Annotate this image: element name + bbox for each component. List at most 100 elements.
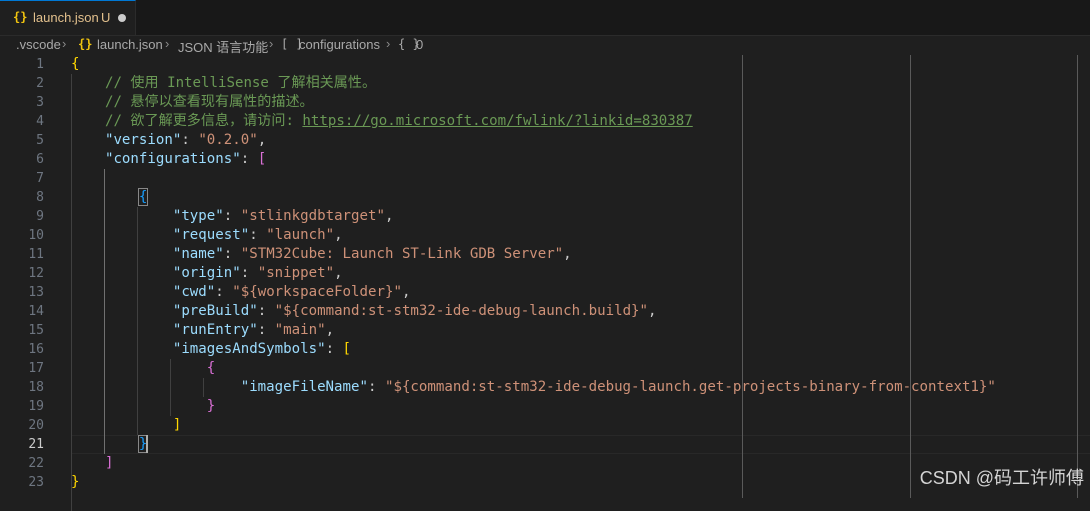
json-file-icon: {}	[13, 10, 28, 24]
code-text: "type": "stlinkgdbtarget",	[172, 208, 394, 224]
chevron-right-icon: ›	[269, 36, 274, 51]
comment: // 悬停以查看现有属性的描述。	[104, 94, 314, 110]
code-text: }	[71, 397, 216, 416]
line-number: 10	[28, 228, 44, 243]
comment: // 欲了解更多信息，请访问:	[104, 113, 303, 129]
code-line: 8 {	[0, 188, 1090, 207]
json-string: "main"	[274, 322, 326, 338]
json-key: "name"	[172, 246, 224, 262]
code-text: "name": "STM32Cube: Launch ST-Link GDB S…	[172, 246, 572, 262]
line-number-active: 21	[28, 437, 44, 452]
code-line: 11 "name": "STM32Cube: Launch ST-Link GD…	[0, 245, 1090, 264]
chevron-right-icon: ›	[165, 36, 170, 51]
chevron-right-icon: ›	[62, 36, 67, 51]
json-key: "origin"	[172, 265, 241, 281]
code-text: // 使用 IntelliSense 了解相关属性。	[71, 74, 376, 93]
json-key: "version"	[104, 132, 182, 148]
json-string: "0.2.0"	[198, 132, 258, 148]
line-number: 6	[36, 152, 44, 167]
fwlink-link[interactable]: https://go.microsoft.com/fwlink/?linkid=…	[302, 113, 692, 129]
line-number: 9	[36, 209, 44, 224]
json-key: "runEntry"	[172, 322, 258, 338]
comment: // 使用 IntelliSense 了解相关属性。	[104, 75, 377, 91]
line-number: 22	[28, 456, 44, 471]
brace-open: {	[71, 56, 80, 72]
line-number: 11	[28, 247, 44, 262]
code-line: 4 // 欲了解更多信息，请访问: https://go.microsoft.c…	[0, 112, 1090, 131]
code-text: }	[71, 435, 149, 454]
code-text: }	[71, 473, 80, 492]
text-cursor	[146, 435, 148, 453]
json-key: "cwd"	[172, 284, 216, 300]
code-line: 5 "version": "0.2.0",	[0, 131, 1090, 150]
line-number: 2	[36, 76, 44, 91]
code-text: "version": "0.2.0",	[104, 132, 267, 148]
bracket-close: ]	[172, 417, 182, 433]
json-key: "imagesAndSymbols"	[172, 341, 326, 357]
code-line: 7	[0, 169, 1090, 188]
line-number: 17	[28, 361, 44, 376]
line-number: 23	[28, 475, 44, 490]
code-line: 3 // 悬停以查看现有属性的描述。	[0, 93, 1090, 112]
code-text: "runEntry": "main",	[172, 322, 335, 338]
chevron-right-icon: ›	[386, 36, 391, 51]
breadcrumb-folder[interactable]: .vscode	[16, 37, 61, 52]
watermark: CSDN @码工许师傅	[919, 468, 1084, 488]
breadcrumb-section[interactable]: JSON 语言功能	[178, 37, 268, 56]
tab-launch-json[interactable]: {} launch.json U	[0, 0, 136, 35]
json-file-icon: {}	[78, 37, 93, 51]
json-string: "launch"	[266, 227, 335, 243]
json-string: "STM32Cube: Launch ST-Link GDB Server"	[240, 246, 564, 262]
line-number: 1	[36, 57, 44, 72]
code-editor[interactable]: 1 { 2 // 使用 IntelliSense 了解相关属性。 3 // 悬停…	[0, 55, 1090, 511]
code-line: 15 "runEntry": "main",	[0, 321, 1090, 340]
code-line: 14 "preBuild": "${command:st-stm32-ide-d…	[0, 302, 1090, 321]
json-key: "type"	[172, 208, 224, 224]
line-number: 4	[36, 114, 44, 129]
json-string: "stlinkgdbtarget"	[240, 208, 385, 224]
json-key: "preBuild"	[172, 303, 258, 319]
breadcrumb: .vscode › {} launch.json › JSON 语言功能 › […	[0, 35, 1090, 55]
code-text: ]	[71, 416, 182, 435]
breadcrumb-file[interactable]: launch.json	[97, 37, 163, 52]
brace-open: {	[206, 360, 216, 376]
code-line: 20 ]	[0, 416, 1090, 435]
line-number: 3	[36, 95, 44, 110]
line-number: 5	[36, 133, 44, 148]
code-text: "imagesAndSymbols": [	[172, 341, 352, 357]
code-text: "preBuild": "${command:st-stm32-ide-debu…	[172, 303, 657, 319]
brace-close: }	[71, 474, 80, 490]
line-number: 14	[28, 304, 44, 319]
line-number: 19	[28, 399, 44, 414]
json-string: "${command:st-stm32-ide-debug-launch.bui…	[274, 303, 649, 319]
tab-label: launch.json	[33, 10, 99, 25]
brace-close: }	[206, 398, 216, 414]
untracked-status-badge: U	[101, 10, 111, 25]
line-number: 20	[28, 418, 44, 433]
code-line: 2 // 使用 IntelliSense 了解相关属性。	[0, 74, 1090, 93]
code-line: 13 "cwd": "${workspaceFolder}",	[0, 283, 1090, 302]
code-line: 19 }	[0, 397, 1090, 416]
line-number: 16	[28, 342, 44, 357]
code-text: ]	[71, 454, 114, 473]
unsaved-dot-icon[interactable]	[118, 14, 126, 22]
code-text: {	[71, 359, 216, 378]
bracket-close: ]	[104, 455, 114, 471]
line-number: 12	[28, 266, 44, 281]
tab-bar: {} launch.json U	[0, 0, 1090, 36]
code-text: "cwd": "${workspaceFolder}",	[172, 284, 411, 300]
bracket-open: [	[257, 151, 267, 167]
code-line: 1 {	[0, 55, 1090, 74]
code-text: "origin": "snippet",	[172, 265, 343, 281]
code-text: "imageFileName": "${command:st-stm32-ide…	[240, 379, 996, 395]
line-number: 8	[36, 190, 44, 205]
code-text: {	[71, 188, 149, 207]
code-text: // 欲了解更多信息，请访问: https://go.microsoft.com…	[71, 112, 693, 131]
json-string: "${command:st-stm32-ide-debug-launch.get…	[384, 379, 996, 395]
bracket-open: [	[342, 341, 352, 357]
code-line: 17 {	[0, 359, 1090, 378]
line-number: 18	[28, 380, 44, 395]
line-number: 7	[36, 171, 44, 186]
breadcrumb-configurations[interactable]: configurations	[299, 37, 380, 52]
breadcrumb-index[interactable]: 0	[416, 37, 423, 52]
